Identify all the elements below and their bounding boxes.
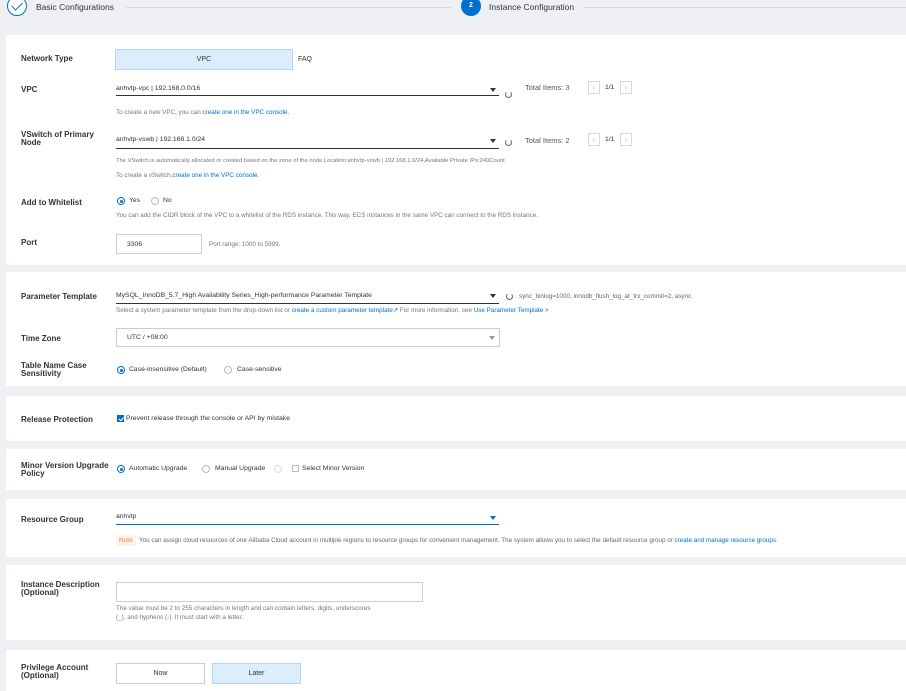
external-link-icon: ↗ xyxy=(392,307,399,314)
step1-label: Basic Configurations xyxy=(36,2,114,12)
whitelist-no-label: No xyxy=(163,197,172,204)
automatic-upgrade-label: Automatic Upgrade xyxy=(129,465,188,472)
instance-description-input[interactable] xyxy=(116,582,423,602)
port-label: Port xyxy=(21,238,37,247)
refresh-icon[interactable] xyxy=(505,91,512,98)
whitelist-no-radio[interactable] xyxy=(151,197,159,205)
release-protection-section: Release Protection Prevent release throu… xyxy=(6,396,906,441)
check-icon xyxy=(7,0,27,16)
whitelist-yes-radio[interactable] xyxy=(117,197,125,205)
refresh-icon[interactable] xyxy=(505,139,512,146)
step-divider xyxy=(584,7,906,8)
upgrade-policy-section: Minor Version Upgrade Policy Automatic U… xyxy=(6,449,906,490)
case-sensitive-label: Case-sensitive xyxy=(237,366,282,373)
step2-label: Instance Configuration xyxy=(489,2,575,12)
time-zone-label: Time Zone xyxy=(21,334,61,343)
vpc-select-underline xyxy=(116,95,499,96)
vswitch-prev-page-button[interactable]: ‹ xyxy=(588,133,600,146)
refresh-icon[interactable] xyxy=(506,293,513,300)
vpc-page-indicator: 1/1 xyxy=(605,84,615,91)
whitelist-label: Add to Whitelist xyxy=(21,198,82,207)
resource-group-label: Resource Group xyxy=(21,515,84,524)
port-input-value: 3306 xyxy=(127,241,143,248)
caret-down-icon xyxy=(490,139,496,143)
select-minor-version-checkbox[interactable] xyxy=(292,465,299,472)
case-insensitive-label: Case-insensitive (Default) xyxy=(129,366,207,373)
vswitch-next-page-button[interactable]: › xyxy=(620,133,632,146)
create-vpc-link[interactable]: create one in the VPC console. xyxy=(202,109,289,116)
vpc-select-value: anhvtp-vpc | 192.168.0.0/16 xyxy=(116,85,201,92)
resource-group-section: Resource Group anhvtp Note You can assig… xyxy=(6,499,906,557)
resource-group-value: anhvtp xyxy=(116,513,137,520)
time-zone-value: UTC / +08:00 xyxy=(127,334,168,341)
upgrade-policy-label: Minor Version Upgrade Policy xyxy=(21,461,109,479)
vpc-help: To create a new VPC, you can create one … xyxy=(116,109,290,116)
privilege-now-button[interactable]: Now xyxy=(116,663,205,684)
parameter-template-value: MySQL_InnoDB_5.7_High Availability Serie… xyxy=(116,292,372,299)
case-sensitivity-label: Table Name Case Sensitivity xyxy=(21,361,87,379)
manual-upgrade-radio[interactable] xyxy=(202,465,210,473)
vswitch-page-indicator: 1/1 xyxy=(605,136,615,143)
vswitch-select-underline xyxy=(116,148,499,149)
privilege-account-label: Privilege Account (Optional) xyxy=(21,663,89,681)
select-minor-version-label: Select Minor Version xyxy=(302,465,365,472)
vswitch-select-value: anhvtp-vswb | 192.168.1.0/24 xyxy=(116,136,206,143)
steps-header: Basic Configurations 2 Instance Configur… xyxy=(0,0,906,24)
release-protection-checkbox[interactable] xyxy=(117,415,124,422)
whitelist-yes-label: Yes xyxy=(129,197,141,204)
resource-group-note: You can assign cloud resources of one Al… xyxy=(139,537,778,544)
parameter-template-underline xyxy=(116,303,499,304)
instance-description-section: Instance Description (Optional) The valu… xyxy=(6,565,906,640)
instance-description-label: Instance Description (Optional) xyxy=(21,580,100,598)
manual-upgrade-info-icon xyxy=(274,465,282,473)
create-custom-template-link[interactable]: create a custom parameter template xyxy=(292,307,393,314)
network-type-label: Network Type xyxy=(21,54,73,63)
vpc-label: VPC xyxy=(21,85,38,94)
caret-down-icon xyxy=(490,294,496,298)
privilege-account-section: Privilege Account (Optional) Now Later xyxy=(6,650,906,691)
automatic-upgrade-radio[interactable] xyxy=(117,465,125,473)
caret-down-icon xyxy=(490,516,496,520)
whitelist-help: You can add the CIDR block of the VPC to… xyxy=(116,212,538,219)
network-type-vpc-button[interactable]: VPC xyxy=(115,49,293,70)
parameter-template-help: Select a system parameter template from … xyxy=(116,307,549,314)
step2-number: 2 xyxy=(461,0,481,16)
vswitch-help-2: To create a vSwitch,create one in the VP… xyxy=(116,172,260,179)
vswitch-help: The VSwitch is automatically allocated o… xyxy=(116,158,505,164)
release-protection-label: Release Protection xyxy=(21,415,94,424)
caret-down-icon xyxy=(490,88,496,92)
port-help: Port range: 1000 to 5999. xyxy=(209,241,281,248)
vpc-next-page-button[interactable]: › xyxy=(620,81,632,94)
faq-link[interactable]: FAQ xyxy=(298,56,312,63)
privilege-later-button[interactable]: Later xyxy=(212,663,301,684)
time-zone-select[interactable]: UTC / +08:00 xyxy=(116,328,500,347)
instance-description-help: The value must be 2 to 255 characters in… xyxy=(116,605,371,612)
instance-description-help-2: (_), and hyphens (-). It must start with… xyxy=(116,614,244,621)
use-parameter-template-link[interactable]: Use Parameter Template > xyxy=(474,307,549,314)
manual-upgrade-label: Manual Upgrade xyxy=(215,465,266,472)
step-divider xyxy=(126,7,451,8)
create-resource-group-link[interactable]: create and manage resource groups. xyxy=(675,537,778,544)
case-sensitive-radio[interactable] xyxy=(224,366,232,374)
vpc-prev-page-button[interactable]: ‹ xyxy=(588,81,600,94)
vswitch-total-items: Total Items: 2 xyxy=(525,136,570,145)
vpc-total-items: Total Items: 3 xyxy=(525,83,570,92)
parameter-template-label: Parameter Template xyxy=(21,292,97,301)
network-section: Network Type VPC FAQ VPC anhvtp-vpc | 19… xyxy=(6,35,906,265)
parameter-template-summary: sync_binlog=1000, innodb_flush_log_at_tr… xyxy=(519,293,692,300)
case-insensitive-radio[interactable] xyxy=(117,366,125,374)
port-input[interactable]: 3306 xyxy=(116,234,202,254)
vswitch-label: VSwitch of Primary Node xyxy=(21,130,94,148)
note-tag: Note xyxy=(116,535,136,546)
resource-group-underline xyxy=(116,524,499,525)
create-vswitch-link[interactable]: create one in the VPC console. xyxy=(172,172,259,179)
caret-down-icon xyxy=(489,336,495,340)
release-protection-text: Prevent release through the console or A… xyxy=(126,415,290,422)
parameter-section: Parameter Template MySQL_InnoDB_5.7_High… xyxy=(6,272,906,386)
